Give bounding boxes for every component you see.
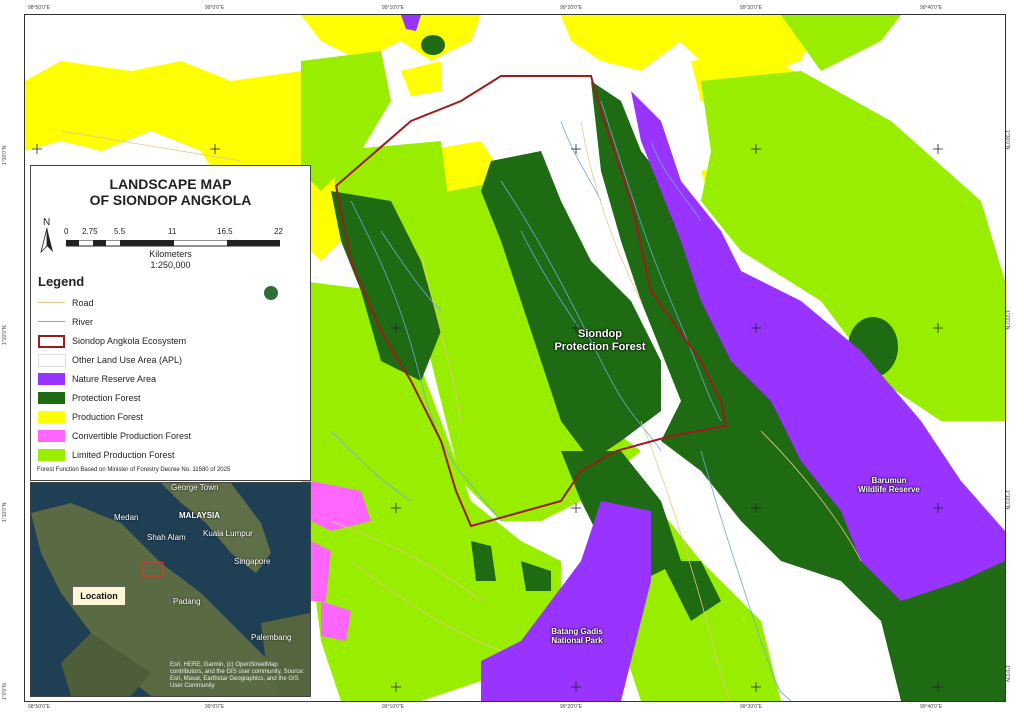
scale-tick-2: 5.5 xyxy=(114,227,126,236)
inset-label-palembang: Palembang xyxy=(251,633,292,642)
legend-panel: LANDSCAPE MAP OF SIONDOP ANGKOLA N 0 2.7… xyxy=(30,165,311,481)
limited-swatch xyxy=(38,449,65,461)
coord-top-6: 99°40'0"E xyxy=(920,5,942,11)
coord-bottom-1: 98°50'0"E xyxy=(28,704,50,710)
scale-tick-5: 22 xyxy=(274,227,283,236)
batang-label: Batang Gadis National Park xyxy=(545,627,609,645)
siondop-label: Siondop Protection Forest xyxy=(548,328,652,354)
scale-tick-0: 0 xyxy=(64,227,69,236)
legend-label-protection: Protection Forest xyxy=(72,393,141,403)
barumun-label: Barumun Wildlife Reserve xyxy=(852,476,926,494)
coord-left-1: 1°30'0"N xyxy=(2,145,8,165)
coord-top-4: 99°20'0"E xyxy=(560,5,582,11)
scale-ratio: 1:250,000 xyxy=(150,260,191,270)
legend-label-apl: Other Land Use Area (APL) xyxy=(72,355,183,365)
river-swatch xyxy=(38,321,65,322)
legend-title: Legend xyxy=(38,274,85,289)
coord-left-2: 1°20'0"N xyxy=(2,325,8,345)
coord-left-4: 1°0'0"N xyxy=(2,683,8,700)
coord-bottom-3: 99°10'0"E xyxy=(382,704,404,710)
legend-label-nature-reserve: Nature Reserve Area xyxy=(72,374,157,384)
legend-label-limited: Limited Production Forest xyxy=(72,450,175,460)
inset-label-padang: Padang xyxy=(173,597,201,606)
batang-label-line2: National Park xyxy=(551,636,603,645)
coord-left-3: 1°10'0"N xyxy=(2,502,8,522)
scale-tick-1: 2.75 xyxy=(82,227,98,236)
scale-tick-3: 11 xyxy=(168,227,177,236)
legend-label-river: River xyxy=(72,317,94,327)
map-title-line2: OF SIONDOP ANGKOLA xyxy=(89,192,252,208)
map-credit: Esri, HERE, Garmin, (c) OpenStreetMap co… xyxy=(170,662,305,689)
inset-label-shah-alam: Shah Alam xyxy=(147,533,186,542)
inset-label-malaysia: MALAYSIA xyxy=(179,511,221,520)
production-swatch xyxy=(38,411,65,423)
batang-label-line1: Batang Gadis xyxy=(551,627,603,636)
north-letter: N xyxy=(43,217,50,228)
siondop-label-line2: Protection Forest xyxy=(554,341,646,353)
nature-reserve-swatch xyxy=(38,373,65,385)
inset-label-george-town: George Town xyxy=(171,483,219,492)
barumun-label-line2: Wildlife Reserve xyxy=(858,485,920,494)
inset-label-singapore: Singapore xyxy=(234,557,271,566)
inset-label-medan: Medan xyxy=(114,513,139,522)
siondop-label-line1: Siondop xyxy=(578,328,622,340)
convertible-swatch xyxy=(38,430,65,442)
scale-tick-4: 16.5 xyxy=(217,227,233,236)
coord-bottom-4: 99°20'0"E xyxy=(560,704,582,710)
legend-label-road: Road xyxy=(72,298,94,308)
inset-label-kuala-lumpur: Kuala Lumpur xyxy=(203,529,253,538)
scale-bar xyxy=(66,240,280,247)
location-callout: Location xyxy=(72,586,126,606)
apl-swatch xyxy=(38,354,66,367)
legend-label-production: Production Forest xyxy=(72,412,144,422)
map-title-line1: LANDSCAPE MAP xyxy=(109,176,232,192)
coord-bottom-5: 99°30'0"E xyxy=(740,704,762,710)
legend-label-ecosystem: Siondop Angkola Ecosystem xyxy=(72,336,187,346)
coord-top-5: 99°30'0"E xyxy=(740,5,762,11)
organization-logo-icon xyxy=(264,286,278,300)
ecosystem-swatch xyxy=(38,335,65,348)
coord-bottom-2: 99°0'0"E xyxy=(205,704,225,710)
scale-unit: Kilometers xyxy=(149,249,192,259)
protection-swatch xyxy=(38,392,65,404)
barumun-label-line1: Barumun xyxy=(871,476,907,485)
coord-bottom-6: 99°40'0"E xyxy=(920,704,942,710)
decree-note: Forest Function Based on Minister of For… xyxy=(37,467,231,473)
coord-top-2: 99°0'0"E xyxy=(205,5,225,11)
coord-top-3: 99°10'0"E xyxy=(382,5,404,11)
road-swatch xyxy=(38,302,65,303)
legend-label-convertible: Convertible Production Forest xyxy=(72,431,192,441)
coord-top-1: 98°50'0"E xyxy=(28,5,50,11)
